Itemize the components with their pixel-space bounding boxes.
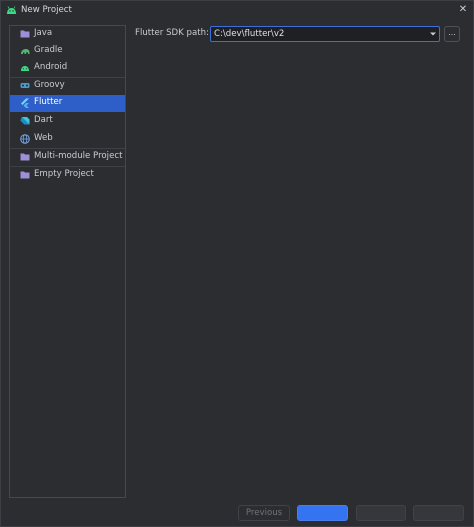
sidebar-item-label: Android	[34, 62, 68, 72]
folder-icon	[20, 171, 30, 179]
sidebar-item-flutter[interactable]: Flutter	[10, 95, 125, 112]
flutter-icon	[21, 98, 29, 108]
sidebar-item-empty-project[interactable]: Empty Project	[10, 167, 125, 184]
title-bar: New Project ✕	[1, 1, 473, 21]
sidebar-item-label: Empty Project	[34, 169, 94, 179]
sidebar-item-label: Dart	[34, 115, 53, 125]
browse-button[interactable]: ...	[444, 26, 460, 42]
close-icon[interactable]: ✕	[457, 4, 469, 16]
groovy-icon	[20, 83, 30, 88]
sidebar-item-gradle[interactable]: Gradle	[10, 43, 125, 60]
previous-button[interactable]: Previous	[238, 505, 290, 521]
sidebar-item-web[interactable]: Web	[10, 131, 125, 148]
chevron-down-icon[interactable]	[428, 29, 438, 39]
project-type-list: Java Gradle Android Groovy Flutter Dart …	[9, 25, 126, 498]
sidebar-item-multi-module-project[interactable]: Multi-module Project	[10, 149, 125, 166]
window-title: New Project	[21, 5, 72, 15]
sidebar-item-label: Java	[34, 28, 53, 38]
folder-icon	[20, 153, 30, 161]
next-button[interactable]	[297, 505, 348, 521]
sidebar-item-label: Multi-module Project	[34, 151, 123, 161]
gradle-icon	[21, 49, 30, 54]
sidebar-item-label: Gradle	[34, 45, 63, 55]
sidebar-item-label: Flutter	[34, 97, 63, 107]
cancel-button[interactable]	[413, 505, 464, 521]
dart-icon	[20, 117, 30, 125]
sidebar-item-dart[interactable]: Dart	[10, 113, 125, 130]
sidebar-item-label: Groovy	[34, 80, 65, 90]
android-studio-icon	[7, 6, 16, 14]
globe-icon	[20, 134, 30, 144]
sidebar-item-label: Web	[34, 133, 53, 143]
create-button[interactable]	[356, 505, 406, 521]
sidebar-item-groovy[interactable]: Groovy	[10, 78, 125, 95]
sidebar-item-java[interactable]: Java	[10, 26, 125, 43]
sdk-path-input[interactable]	[214, 28, 422, 40]
folder-icon	[20, 30, 30, 38]
sdk-path-label: Flutter SDK path:	[135, 28, 209, 38]
sidebar-item-android[interactable]: Android	[10, 60, 125, 77]
new-project-dialog: New Project ✕ Java Gradle Android Groovy…	[0, 0, 474, 527]
android-icon	[21, 66, 29, 71]
sdk-path-combobox[interactable]	[210, 26, 440, 42]
